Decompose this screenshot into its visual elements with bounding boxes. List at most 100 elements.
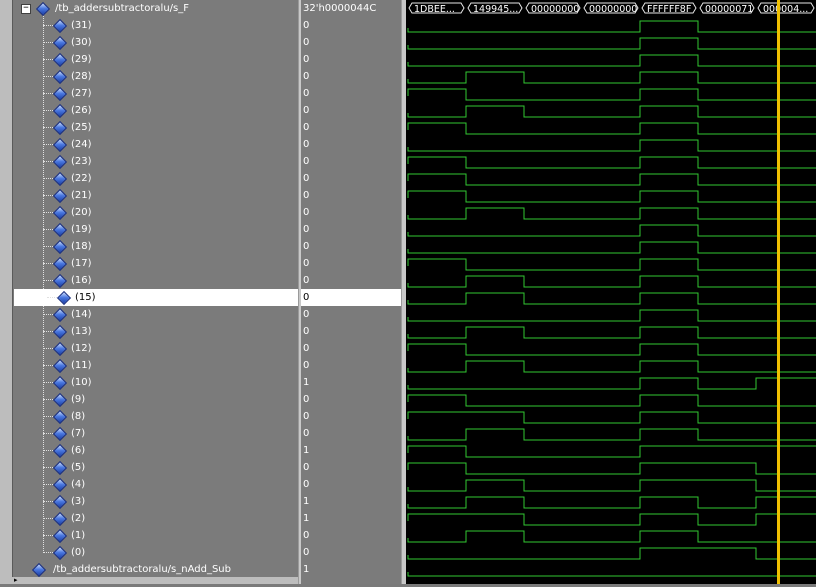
- bit-waveform: [407, 547, 816, 560]
- waveform-canvas[interactable]: 1DBEE... 149945... 00000000 00000000 FFFFFF8…: [406, 0, 816, 584]
- horizontal-scrollbar[interactable]: [0, 577, 298, 584]
- signal-name: (7): [71, 428, 86, 439]
- bit-signal-row[interactable]: (23): [12, 153, 298, 170]
- signal-name: (14): [71, 309, 92, 320]
- signal-diamond-icon: [52, 188, 68, 204]
- bit-waveform: [407, 224, 816, 237]
- signal-name: (2): [71, 513, 86, 524]
- bit-waveform: [407, 207, 816, 220]
- bit-waveform: [407, 122, 816, 135]
- bit-signal-row[interactable]: (13): [12, 323, 298, 340]
- signal-name: (15): [75, 292, 96, 303]
- bit-waveform: [407, 173, 816, 186]
- bit-waveform: [407, 275, 816, 288]
- signal-value: 0: [303, 343, 310, 354]
- signal-value: 0: [303, 224, 310, 235]
- bit-signal-row[interactable]: (14): [12, 306, 298, 323]
- signal-name: (20): [71, 207, 92, 218]
- waveform-panel[interactable]: 1DBEE... 149945... 00000000 00000000 FFFFFF8…: [406, 0, 816, 584]
- signal-value: 0: [303, 71, 310, 82]
- signal-value: 0: [303, 462, 310, 473]
- signal-name: (17): [71, 258, 92, 269]
- signal-name: (29): [71, 54, 92, 65]
- bit-signal-row[interactable]: (29): [12, 51, 298, 68]
- signal-diamond-icon: [52, 477, 68, 493]
- bit-waveform: [407, 258, 816, 271]
- bit-waveform: [407, 530, 816, 543]
- bit-signal-row[interactable]: (30): [12, 34, 298, 51]
- signal-diamond-icon: [52, 460, 68, 476]
- signal-diamond-icon: [52, 494, 68, 510]
- bit-signal-row[interactable]: (1): [12, 527, 298, 544]
- signal-diamond-icon: [52, 205, 68, 221]
- signal-value: 0: [303, 547, 310, 558]
- tree-collapse-icon[interactable]: −: [21, 4, 31, 14]
- signal-value: 0: [303, 275, 310, 286]
- bit-signal-row[interactable]: (6): [12, 442, 298, 459]
- signal-value: 0: [303, 37, 310, 48]
- bit-signal-row[interactable]: (15): [14, 289, 298, 306]
- bit-signal-row[interactable]: (20): [12, 204, 298, 221]
- signal-row[interactable]: /tb_addersubtractoralu/s_nAdd_Sub: [12, 561, 298, 578]
- signal-diamond-icon: [52, 171, 68, 187]
- bit-signal-row[interactable]: (21): [12, 187, 298, 204]
- signal-value: 0: [303, 105, 310, 116]
- bit-signal-row[interactable]: (19): [12, 221, 298, 238]
- bit-signal-row[interactable]: (4): [12, 476, 298, 493]
- signal-diamond-icon: [52, 341, 68, 357]
- signal-row[interactable]: − /tb_addersubtractoralu/s_F: [12, 0, 298, 17]
- bus-value-label: 149945...: [473, 4, 518, 15]
- control-waveform: [407, 572, 816, 577]
- bit-signal-row[interactable]: (11): [12, 357, 298, 374]
- bit-signal-row[interactable]: (22): [12, 170, 298, 187]
- signal-value: 1: [303, 377, 310, 388]
- signal-diamond-icon: [52, 256, 68, 272]
- bit-waveform: [407, 309, 816, 322]
- bit-signal-row[interactable]: (16): [12, 272, 298, 289]
- bit-waveform: [407, 428, 816, 441]
- signal-diamond-icon: [52, 69, 68, 85]
- bit-waveform: [407, 71, 816, 84]
- bit-signal-row[interactable]: (24): [12, 136, 298, 153]
- signal-value: 1: [303, 496, 310, 507]
- bit-waveform: [407, 88, 816, 101]
- bit-signal-row[interactable]: (25): [12, 119, 298, 136]
- signal-value: 0: [303, 326, 310, 337]
- bit-signal-row[interactable]: (2): [12, 510, 298, 527]
- signal-diamond-icon: [35, 1, 51, 17]
- bit-waveform: [407, 377, 816, 390]
- signal-name: (8): [71, 411, 86, 422]
- signal-value: 0: [303, 207, 310, 218]
- signal-diamond-icon: [52, 443, 68, 459]
- bit-signal-row[interactable]: (28): [12, 68, 298, 85]
- bit-signal-row[interactable]: (3): [12, 493, 298, 510]
- bit-waveform: [407, 496, 816, 509]
- signal-diamond-icon: [52, 154, 68, 170]
- bit-signal-row[interactable]: (0): [12, 544, 298, 561]
- bus-value-label: 000004...: [763, 4, 808, 15]
- bit-signal-row[interactable]: (5): [12, 459, 298, 476]
- bit-signal-row[interactable]: (7): [12, 425, 298, 442]
- scroll-left-icon[interactable]: ▸: [14, 577, 18, 584]
- bus-value-label: 00000071: [705, 4, 753, 15]
- signal-name: (1): [71, 530, 86, 541]
- bit-signal-row[interactable]: (18): [12, 238, 298, 255]
- bit-signal-row[interactable]: (12): [12, 340, 298, 357]
- bit-waveform: [407, 360, 816, 373]
- bit-signal-row[interactable]: (17): [12, 255, 298, 272]
- signal-diamond-icon: [52, 137, 68, 153]
- bit-waveform: [407, 394, 816, 407]
- signal-value: 0: [303, 479, 310, 490]
- bit-signal-row[interactable]: (27): [12, 85, 298, 102]
- bit-signal-row[interactable]: (9): [12, 391, 298, 408]
- bit-waveform: [407, 479, 816, 492]
- signal-name: (23): [71, 156, 92, 167]
- bit-signal-row[interactable]: (8): [12, 408, 298, 425]
- signal-value: 0: [303, 411, 310, 422]
- bit-waveform: [407, 462, 816, 475]
- signal-diamond-icon: [52, 52, 68, 68]
- bit-signal-row[interactable]: (10): [12, 374, 298, 391]
- bit-signal-row[interactable]: (26): [12, 102, 298, 119]
- bit-signal-row[interactable]: (31): [12, 17, 298, 34]
- signal-name: (21): [71, 190, 92, 201]
